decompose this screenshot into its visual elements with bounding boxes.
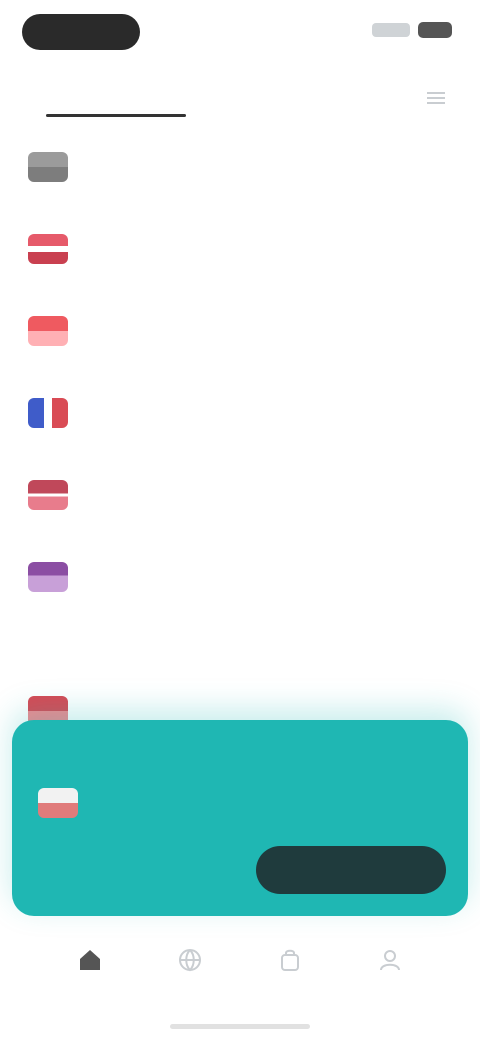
globe-icon: [176, 946, 204, 974]
list-item[interactable]: [0, 456, 480, 538]
nav-item-globe[interactable]: [150, 946, 230, 1006]
tab-bar: [0, 70, 480, 126]
flag-icon: [28, 480, 68, 510]
selected-plan-card: [12, 720, 468, 916]
tab-indicator: [46, 114, 186, 117]
status-bar: [0, 0, 480, 64]
flag-icon: [28, 398, 68, 428]
bag-icon: [276, 946, 304, 974]
tab-active[interactable]: [46, 86, 186, 110]
flag-icon: [28, 316, 68, 346]
signal-icon: [372, 23, 410, 37]
flag-icon: [28, 234, 68, 264]
destination-list: [0, 128, 480, 620]
bottom-nav: [0, 930, 480, 1014]
flag-icon: [28, 562, 68, 592]
list-item[interactable]: [0, 210, 480, 292]
continue-button[interactable]: [256, 846, 446, 894]
flag-icon: [28, 152, 68, 182]
flag-icon: [38, 788, 78, 818]
nav-item-bag[interactable]: [250, 946, 330, 1006]
nav-item-home[interactable]: [50, 946, 130, 1006]
list-item[interactable]: [0, 374, 480, 456]
profile-icon: [376, 946, 404, 974]
time-pill: [22, 14, 140, 50]
battery-icon: [418, 22, 452, 38]
nav-item-profile[interactable]: [350, 946, 430, 1006]
list-item[interactable]: [0, 538, 480, 620]
tab-inactive[interactable]: [250, 86, 340, 110]
list-item[interactable]: [0, 292, 480, 374]
menu-icon[interactable]: [424, 86, 448, 110]
list-item[interactable]: [0, 128, 480, 210]
home-icon: [76, 946, 104, 974]
status-icons: [372, 22, 452, 38]
home-indicator: [170, 1024, 310, 1029]
